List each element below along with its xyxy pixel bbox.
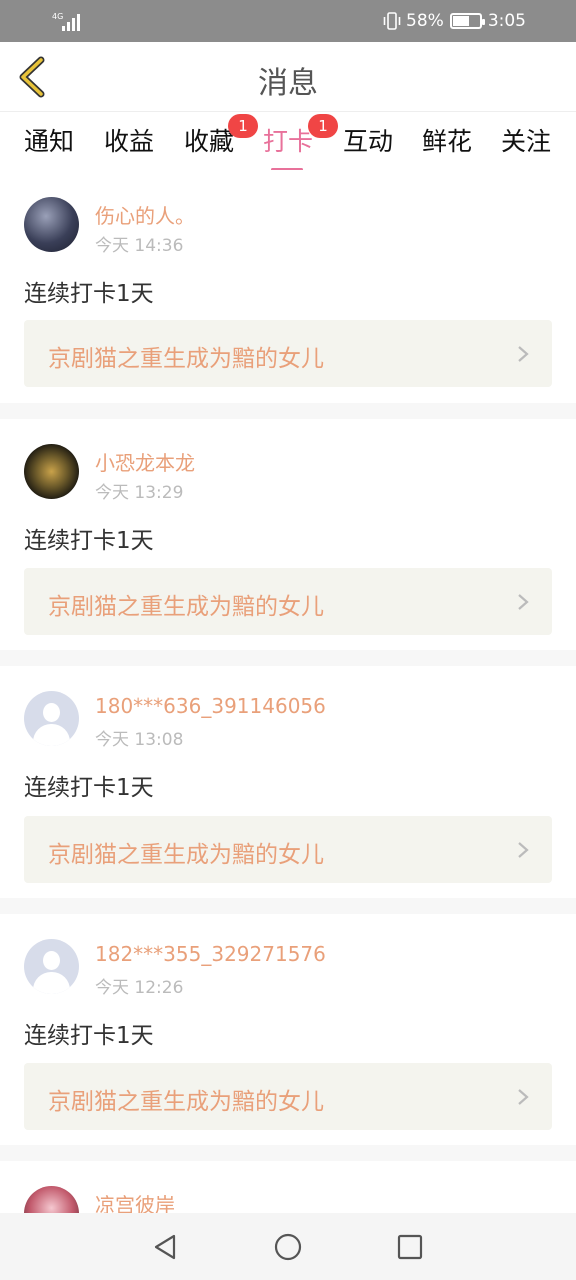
tab-notifications[interactable]: 通知: [19, 122, 79, 158]
chevron-right-icon: [518, 842, 529, 858]
home-circle-icon[interactable]: [272, 1231, 304, 1263]
book-link[interactable]: 京剧猫之重生成为黯的女儿: [24, 568, 552, 635]
timestamp: 今天 13:29: [95, 483, 184, 503]
back-triangle-icon[interactable]: [150, 1231, 182, 1263]
checkin-text: 连续打卡1天: [24, 281, 154, 307]
avatar[interactable]: [24, 1186, 79, 1213]
book-title: 京剧猫之重生成为黯的女儿: [48, 1089, 324, 1115]
checkin-text: 连续打卡1天: [24, 1023, 154, 1049]
book-title: 京剧猫之重生成为黯的女儿: [48, 346, 324, 372]
username[interactable]: 182***355_329271576: [95, 942, 326, 966]
recents-square-icon[interactable]: [394, 1231, 426, 1263]
list-item: 凉宫彼岸: [0, 1161, 576, 1213]
vibrate-icon: [383, 12, 401, 30]
tab-label: 鲜花: [421, 127, 472, 156]
book-link[interactable]: 京剧猫之重生成为黯的女儿: [24, 320, 552, 387]
tab-label: 收益: [103, 127, 154, 156]
status-bar: 4G 58% 3:05: [0, 0, 576, 42]
tab-earnings[interactable]: 收益: [99, 122, 159, 158]
username[interactable]: 小恐龙本龙: [95, 447, 195, 476]
divider: [0, 898, 576, 914]
timestamp: 今天 14:36: [95, 236, 184, 256]
unread-badge: 1: [228, 114, 258, 138]
header: 消息: [0, 42, 576, 112]
list-item: 小恐龙本龙 今天 13:29 连续打卡1天 京剧猫之重生成为黯的女儿: [0, 419, 576, 650]
list-item: 伤心的人。 今天 14:36 连续打卡1天 京剧猫之重生成为黯的女儿: [0, 170, 576, 403]
tab-label: 收藏: [183, 127, 234, 156]
clock: 3:05: [487, 11, 526, 31]
divider: [0, 650, 576, 666]
timestamp: 今天 13:08: [95, 730, 184, 750]
checkin-text: 连续打卡1天: [24, 775, 154, 801]
chevron-right-icon: [518, 594, 529, 610]
username[interactable]: 伤心的人。: [95, 200, 195, 229]
list-item: 182***355_329271576 今天 12:26 连续打卡1天 京剧猫之…: [0, 914, 576, 1145]
system-nav-bar: [0, 1213, 576, 1280]
network-label: 4G: [52, 12, 63, 21]
username[interactable]: 凉宫彼岸: [95, 1189, 175, 1213]
signal-icon: 4G: [52, 12, 80, 31]
book-link[interactable]: 京剧猫之重生成为黯的女儿: [24, 816, 552, 883]
book-link[interactable]: 京剧猫之重生成为黯的女儿: [24, 1063, 552, 1130]
chevron-right-icon: [518, 1089, 529, 1105]
avatar[interactable]: [24, 691, 79, 746]
tab-label: 关注: [500, 127, 551, 156]
tab-favorites[interactable]: 收藏 1: [179, 114, 258, 158]
username[interactable]: 180***636_391146056: [95, 694, 326, 718]
status-right: 58% 3:05: [382, 10, 526, 32]
battery-icon: [449, 13, 485, 29]
timestamp: 今天 12:26: [95, 978, 184, 998]
avatar[interactable]: [24, 939, 79, 994]
avatar[interactable]: [24, 444, 79, 499]
unread-badge: 1: [308, 114, 338, 138]
tab-checkin[interactable]: 打卡 1: [258, 114, 338, 171]
book-title: 京剧猫之重生成为黯的女儿: [48, 594, 324, 620]
tab-following[interactable]: 关注: [496, 122, 556, 158]
tab-label: 通知: [23, 127, 74, 156]
page-title: 消息: [258, 66, 318, 101]
tab-label: 互动: [342, 127, 393, 156]
tab-flowers[interactable]: 鲜花: [417, 122, 477, 158]
tab-label: 打卡: [262, 127, 313, 156]
divider: [0, 1145, 576, 1161]
chevron-right-icon: [518, 346, 529, 362]
tab-bar: 通知 收益 收藏 1 打卡 1 互动 鲜花 关注: [0, 112, 576, 171]
avatar[interactable]: [24, 197, 79, 252]
list-item: 180***636_391146056 今天 13:08 连续打卡1天 京剧猫之…: [0, 666, 576, 898]
battery-fill: [452, 16, 470, 26]
battery-percent: 58%: [406, 11, 444, 31]
tab-interaction[interactable]: 互动: [338, 122, 398, 158]
book-title: 京剧猫之重生成为黯的女儿: [48, 842, 324, 868]
checkin-text: 连续打卡1天: [24, 528, 154, 554]
divider: [0, 403, 576, 419]
